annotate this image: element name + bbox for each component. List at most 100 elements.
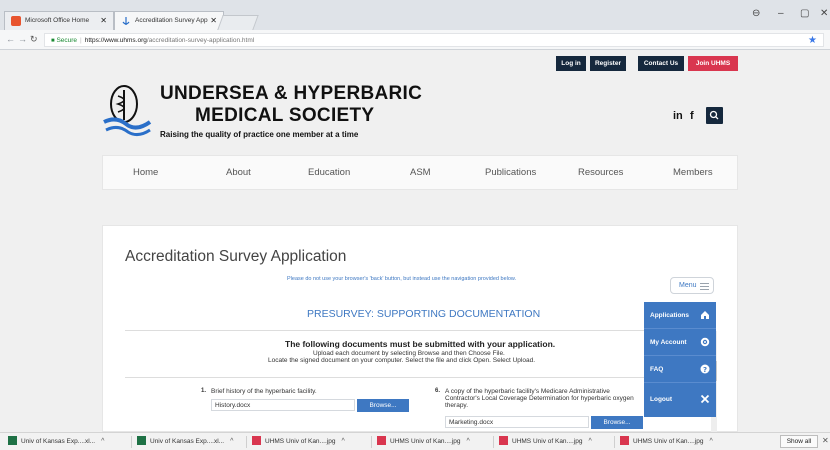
nav-education[interactable]: Education: [308, 167, 350, 178]
question-icon: ?: [700, 364, 710, 374]
tab-accreditation[interactable]: Accreditation Survey App ✕: [114, 11, 224, 30]
new-tab-button[interactable]: [217, 15, 259, 30]
bookmark-star-icon[interactable]: ★: [808, 35, 817, 46]
close-icon: [700, 394, 710, 404]
menu-item-label: My Account: [650, 339, 687, 346]
menu-item-my-account[interactable]: My Account: [644, 329, 716, 356]
image-file-icon: [377, 436, 386, 445]
back-button-notice: Please do not use your browser's 'back' …: [287, 276, 517, 282]
download-item[interactable]: UHMS Univ of Kan....jpg ^: [377, 436, 470, 445]
download-filename: UHMS Univ of Kan....jpg: [512, 438, 583, 445]
nav-asm[interactable]: ASM: [410, 167, 431, 178]
section-heading: PRESURVEY: SUPPORTING DOCUMENTATION: [307, 308, 541, 320]
divider: [125, 330, 645, 331]
image-file-icon: [252, 436, 261, 445]
menu-item-applications[interactable]: Applications: [644, 302, 716, 329]
page-viewport: Log in Register Contact Us Join UHMS UND…: [0, 50, 830, 432]
menu-item-label: Applications: [650, 312, 690, 319]
chevron-up-icon[interactable]: ^: [709, 438, 712, 445]
excel-file-icon: [137, 436, 146, 445]
gear-icon: [700, 337, 710, 347]
url-field[interactable]: ■ Secure | https://www.uhms.org/accreditat…: [44, 33, 824, 47]
main-navigation: Home About Education ASM Publications Re…: [102, 155, 738, 190]
browse-button[interactable]: Browse...: [357, 399, 409, 412]
url-path: /accreditation-survey-application.html: [146, 37, 255, 44]
search-button[interactable]: [706, 107, 723, 124]
document-label: Brief history of the hyperbaric facility…: [211, 388, 317, 395]
search-icon: [709, 110, 719, 120]
requirement-instruction-1: Upload each document by selecting Browse…: [313, 350, 505, 357]
forward-icon[interactable]: →: [18, 34, 27, 44]
chevron-up-icon[interactable]: ^: [230, 438, 233, 445]
download-item[interactable]: Univ of Kansas Exp....xl... ^: [8, 436, 104, 445]
close-tab-icon[interactable]: ✕: [210, 16, 217, 25]
document-label: A copy of the hyperbaric facility's Medi…: [445, 388, 634, 409]
page-title: Accreditation Survey Application: [125, 248, 347, 265]
close-window-icon[interactable]: ✕: [820, 8, 828, 19]
nav-publications[interactable]: Publications: [485, 167, 536, 178]
download-item[interactable]: UHMS Univ of Kan....jpg ^: [252, 436, 345, 445]
chevron-up-icon[interactable]: ^: [101, 438, 104, 445]
download-item[interactable]: UHMS Univ of Kan....jpg ^: [620, 436, 713, 445]
uhms-favicon-icon: [121, 16, 131, 26]
menu-label: Menu: [679, 282, 697, 289]
back-icon[interactable]: ←: [6, 34, 15, 44]
browser-tab-strip: Microsoft Office Home ✕ Accreditation Su…: [0, 0, 830, 30]
nav-members[interactable]: Members: [673, 167, 713, 178]
login-link[interactable]: Log in: [556, 56, 586, 71]
download-item[interactable]: UHMS Univ of Kan....jpg ^: [499, 436, 592, 445]
menu-item-label: FAQ: [650, 366, 664, 373]
download-filename: UHMS Univ of Kan....jpg: [265, 438, 336, 445]
secure-label: Secure: [56, 37, 78, 44]
nav-about[interactable]: About: [226, 167, 251, 178]
menu-item-label: Logout: [650, 396, 673, 403]
application-card: Accreditation Survey Application Please …: [102, 225, 738, 432]
download-item[interactable]: Univ of Kansas Exp....xl... ^: [137, 436, 233, 445]
uhms-logo-icon[interactable]: [102, 82, 152, 137]
contact-us-link[interactable]: Contact Us: [638, 56, 684, 71]
register-link[interactable]: Register: [590, 56, 626, 71]
excel-file-icon: [8, 436, 17, 445]
reload-icon[interactable]: ↻: [30, 34, 38, 45]
image-file-icon: [499, 436, 508, 445]
society-title-line2: MEDICAL SOCIETY: [195, 105, 375, 126]
linkedin-icon[interactable]: in: [673, 110, 683, 122]
show-all-button[interactable]: Show all: [780, 435, 818, 448]
nav-home[interactable]: Home: [133, 167, 158, 178]
society-tagline: Raising the quality of practice one memb…: [160, 130, 359, 139]
menu-item-faq[interactable]: FAQ ?: [644, 356, 716, 383]
document-number: 6.: [435, 388, 441, 394]
file-input-history[interactable]: History.docx: [211, 399, 355, 411]
divider: [125, 377, 645, 378]
profile-icon[interactable]: ⊖: [752, 8, 760, 19]
downloads-shelf: Univ of Kansas Exp....xl... ^ Univ of Kan…: [0, 432, 830, 450]
join-uhms-button[interactable]: Join UHMS: [688, 56, 738, 71]
chevron-up-icon[interactable]: ^: [588, 438, 591, 445]
side-menu: Applications My Account FAQ ? Logout: [644, 302, 716, 417]
maximize-icon[interactable]: ▢: [800, 8, 809, 19]
home-icon: [701, 311, 709, 319]
society-title-line1: UNDERSEA & HYPERBARIC: [160, 83, 423, 104]
requirement-instruction-2: Locate the signed document on your compu…: [268, 357, 536, 364]
menu-item-logout[interactable]: Logout: [644, 383, 716, 417]
minimize-icon[interactable]: –: [778, 8, 784, 19]
facebook-icon[interactable]: f: [690, 110, 694, 122]
office-icon: [11, 16, 21, 26]
close-tab-icon[interactable]: ✕: [100, 16, 107, 25]
menu-toggle-button[interactable]: Menu: [670, 277, 714, 294]
chevron-up-icon[interactable]: ^: [466, 438, 469, 445]
chevron-up-icon[interactable]: ^: [341, 438, 344, 445]
close-shelf-icon[interactable]: ✕: [822, 436, 829, 445]
image-file-icon: [620, 436, 629, 445]
browse-button[interactable]: Browse...: [591, 416, 643, 429]
file-input-marketing[interactable]: Marketing.docx: [445, 416, 589, 428]
url-host: https://www.uhms.org: [84, 37, 147, 44]
nav-resources[interactable]: Resources: [578, 167, 623, 178]
tab-microsoft-office[interactable]: Microsoft Office Home ✕: [4, 11, 114, 30]
document-number: 1.: [201, 388, 207, 394]
download-filename: Univ of Kansas Exp....xl...: [150, 438, 225, 445]
download-filename: UHMS Univ of Kan....jpg: [633, 438, 704, 445]
tab-title: Microsoft Office Home: [25, 17, 90, 24]
lock-icon: ■: [51, 38, 55, 44]
svg-text:?: ?: [703, 366, 707, 374]
